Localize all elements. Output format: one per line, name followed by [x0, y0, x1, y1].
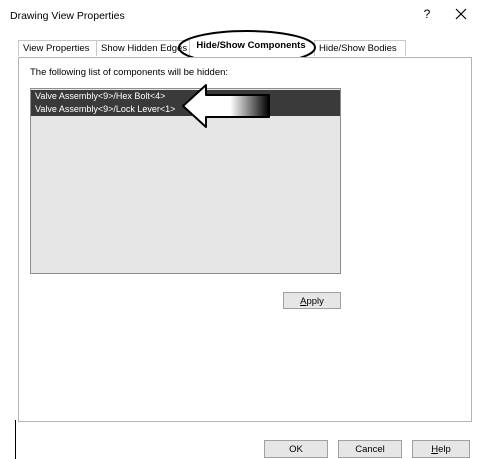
- dialog-title: Drawing View Properties: [10, 10, 125, 22]
- tab-show-hidden-edges[interactable]: Show Hidden Edges: [96, 40, 190, 56]
- close-icon: [455, 8, 467, 20]
- ok-button[interactable]: OK: [264, 440, 328, 458]
- apply-label: pply: [306, 296, 324, 307]
- instruction-text: The following list of components will be…: [30, 67, 229, 78]
- tab-hide-show-bodies[interactable]: Hide/Show Bodies: [314, 40, 406, 56]
- close-button[interactable]: [451, 4, 471, 24]
- help-label: elp: [438, 444, 451, 455]
- apply-button[interactable]: Apply: [283, 292, 341, 309]
- title-bar: Drawing View Properties ?: [0, 0, 482, 28]
- context-help-button[interactable]: ?: [420, 7, 434, 23]
- drawing-view-properties-dialog: Drawing View Properties ? View Propertie…: [0, 0, 482, 459]
- cancel-button[interactable]: Cancel: [338, 440, 402, 458]
- tab-view-properties[interactable]: View Properties: [18, 40, 104, 56]
- frame-edge: [15, 420, 16, 459]
- callout-arrow: [182, 84, 270, 128]
- help-button[interactable]: Help: [412, 440, 470, 458]
